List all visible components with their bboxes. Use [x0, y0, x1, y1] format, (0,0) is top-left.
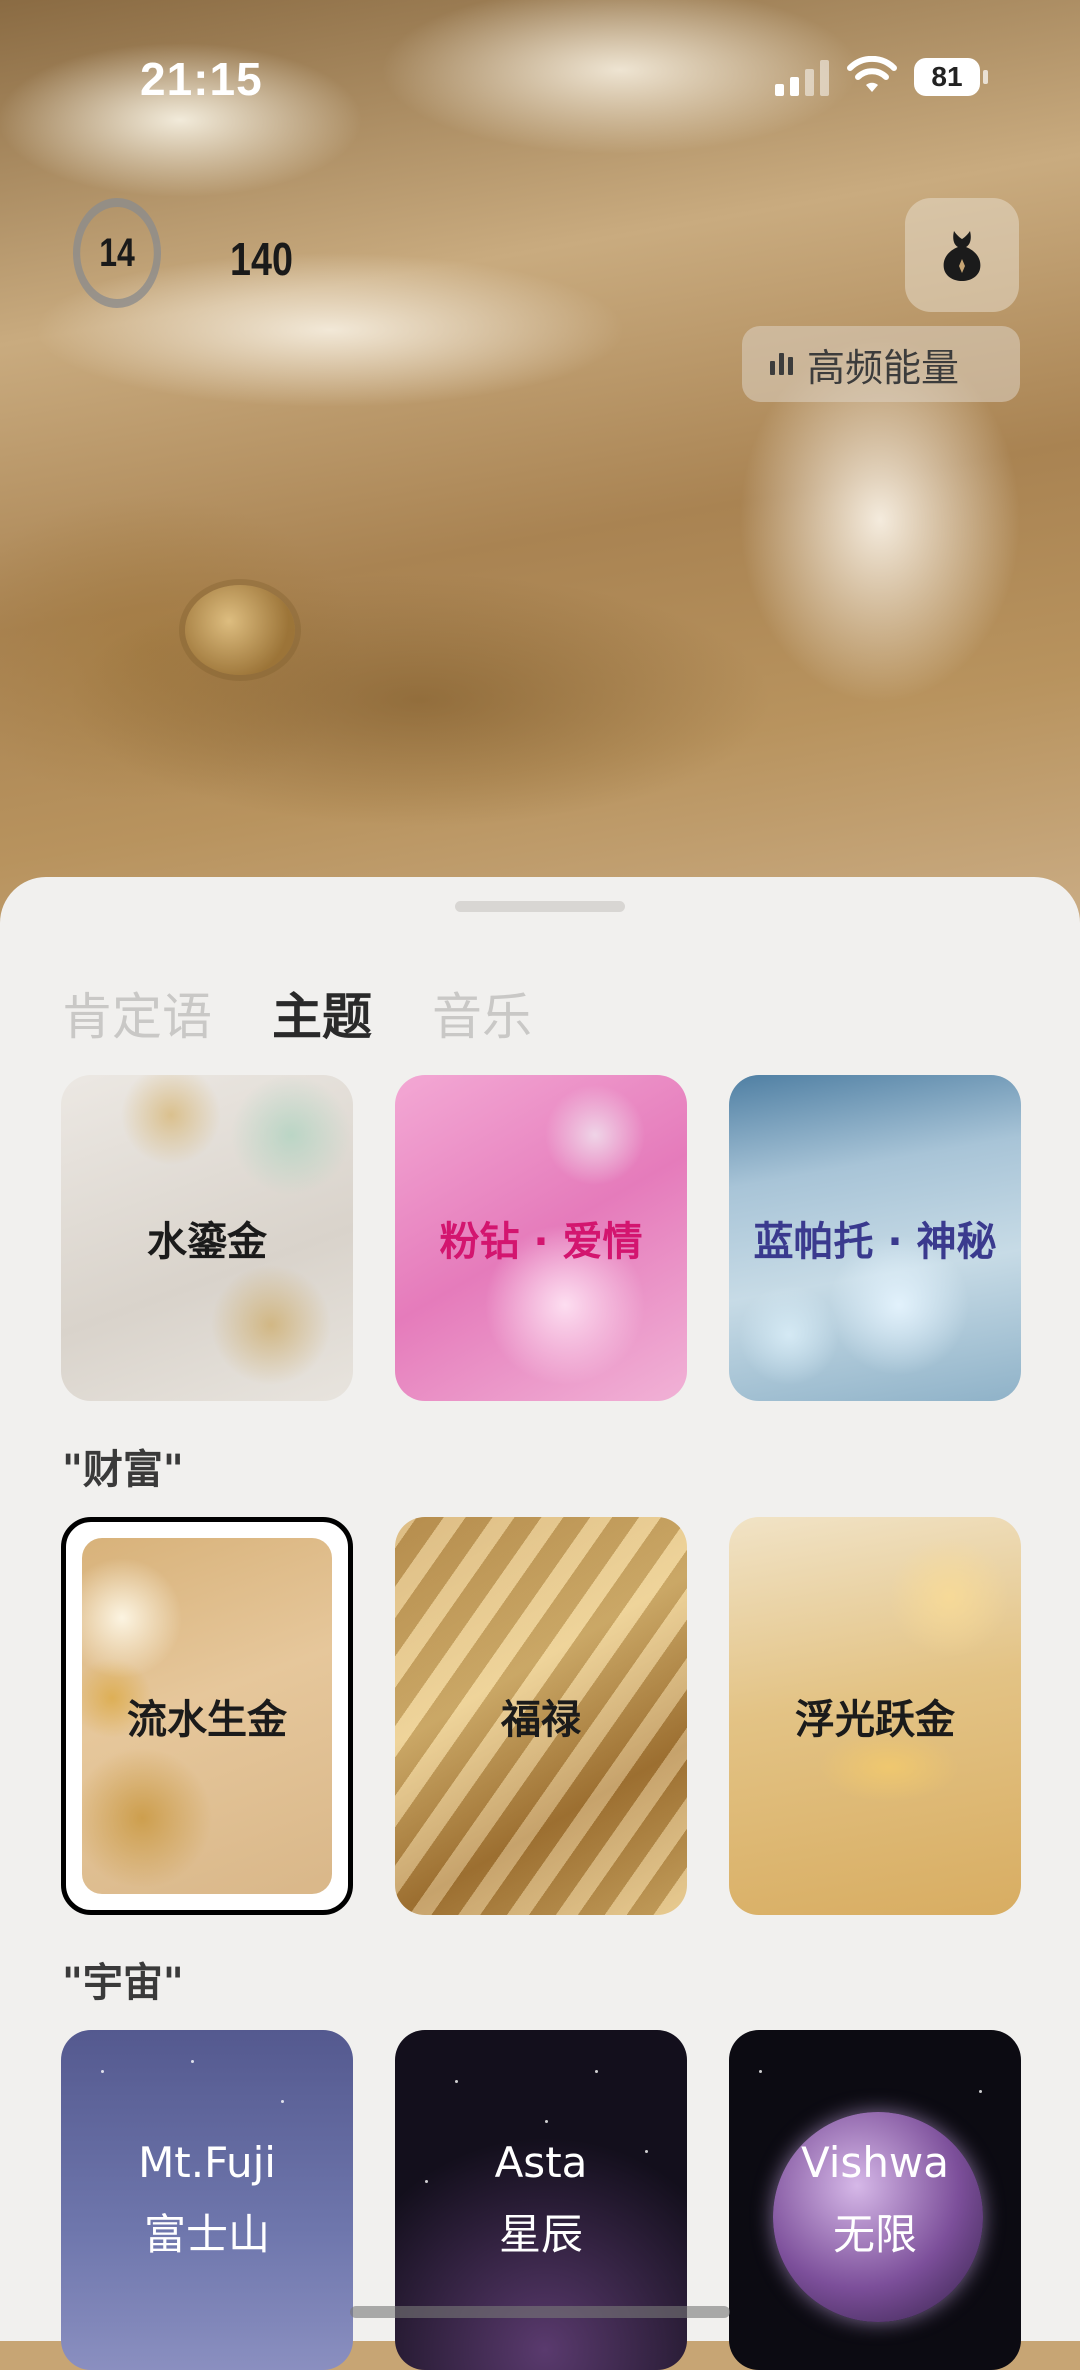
theme-card-blue-topaz[interactable]: 蓝帕托 · 神秘: [729, 1075, 1021, 1401]
theme-card-label: 浮光跃金: [795, 1697, 955, 1743]
theme-card-vishwa[interactable]: Vishwa 无限: [729, 2030, 1021, 2370]
theme-card-fortune[interactable]: 福禄: [395, 1517, 687, 1915]
cellular-signal-icon: [775, 60, 831, 96]
theme-card-title: Mt.Fuji: [138, 2138, 276, 2187]
profile-button[interactable]: [905, 198, 1019, 312]
theme-card-label: 蓝帕托 · 神秘: [753, 1219, 997, 1265]
theme-card-asta[interactable]: Asta 星辰: [395, 2030, 687, 2370]
energy-label: 高频能量: [807, 345, 960, 390]
wifi-icon: [847, 56, 897, 92]
coin-image: [185, 585, 295, 675]
affirmation-total: 140: [230, 233, 293, 285]
theme-card-title: Asta: [494, 2138, 588, 2187]
theme-card-flowing-gold-selected[interactable]: 流水生金: [61, 1517, 353, 1915]
tab-themes[interactable]: 主题: [272, 977, 372, 1049]
theme-bottom-sheet: 肯定语 主题 音乐 水鎏金 粉钻 · 爱情 蓝帕托 · 神秘 "财富" 流水生金…: [0, 877, 1080, 2370]
high-frequency-energy-button[interactable]: 高频能量: [742, 326, 1020, 402]
theme-card-floating-gold[interactable]: 浮光跃金: [729, 1517, 1021, 1915]
home-indicator[interactable]: [350, 2306, 730, 2318]
theme-card-label: 福禄: [501, 1697, 581, 1743]
status-bar: 21:15 81: [0, 0, 1080, 160]
theme-card-subtitle: 富士山: [143, 2210, 270, 2259]
theme-card-pink-diamond[interactable]: 粉钻 · 爱情: [395, 1075, 687, 1401]
theme-card-label: 水鎏金: [147, 1219, 267, 1265]
theme-card-title: Vishwa: [800, 2138, 950, 2187]
clock: 21:15: [140, 53, 263, 105]
section-title-wealth: "财富": [62, 1447, 184, 1493]
sheet-drag-handle[interactable]: [455, 901, 625, 912]
tab-affirmations[interactable]: 肯定语: [62, 977, 212, 1049]
section-title-cosmos: "宇宙": [62, 1960, 184, 2006]
theme-card-subtitle: 无限: [832, 2210, 917, 2259]
tab-bar: 肯定语 主题 音乐: [62, 977, 532, 1049]
theme-card-aqua-gold[interactable]: 水鎏金: [61, 1075, 353, 1401]
theme-card-label: 流水生金: [127, 1697, 287, 1743]
theme-card-subtitle: 星辰: [498, 2210, 583, 2259]
theme-card-mt-fuji[interactable]: Mt.Fuji 富士山: [61, 2030, 353, 2370]
theme-card-label: 粉钻 · 爱情: [439, 1219, 643, 1265]
affirmation-progress-ring[interactable]: 14: [73, 198, 161, 308]
battery-icon: 81: [914, 58, 980, 96]
fox-icon: [943, 231, 981, 281]
tab-music[interactable]: 音乐: [432, 977, 532, 1049]
equalizer-icon: [770, 353, 793, 375]
battery-tip: [983, 70, 988, 84]
